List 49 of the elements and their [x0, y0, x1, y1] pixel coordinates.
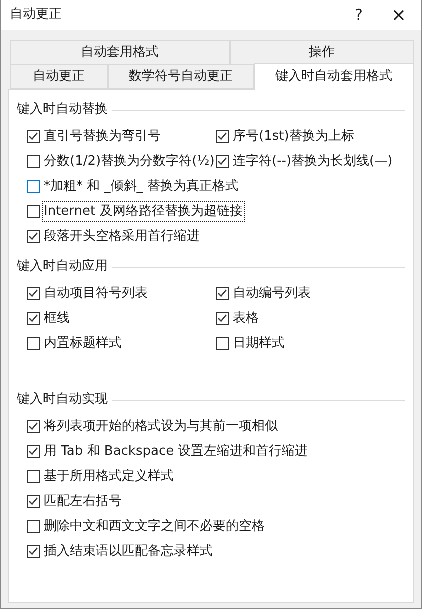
checkbox-label[interactable]: 序号(1st)替换为上标 — [232, 126, 356, 146]
section-heading: 键入时自动替换 — [17, 101, 109, 120]
checkbox[interactable] — [216, 155, 229, 168]
close-button[interactable]: × — [386, 2, 412, 28]
checkbox-label[interactable]: 将列表项开始的格式设为与其前一项相似 — [43, 416, 279, 436]
checkbox-label[interactable]: 删除中文和西文文字之间不必要的空格 — [43, 516, 266, 536]
checkbox[interactable] — [27, 337, 40, 350]
checkbox-label[interactable]: 插入结束语以匹配备忘录样式 — [43, 542, 214, 562]
tab[interactable]: 键入时自动套用格式 — [254, 63, 414, 90]
checkbox-label[interactable]: 框线 — [43, 308, 71, 328]
tab[interactable]: 自动更正 — [10, 64, 108, 89]
window-title: 自动更正 — [10, 6, 63, 24]
checkbox-label[interactable]: 自动项目符号列表 — [43, 284, 149, 304]
tab[interactable]: 操作 — [230, 40, 414, 65]
checkbox-label[interactable]: 段落开头空格采用首行缩进 — [43, 226, 201, 246]
checkbox[interactable] — [27, 420, 40, 433]
checkbox-label[interactable]: 表格 — [232, 308, 260, 328]
checkbox-label[interactable]: 基于所用格式定义样式 — [43, 466, 175, 486]
checkbox[interactable] — [27, 445, 40, 458]
checkbox[interactable] — [27, 545, 40, 558]
checkbox[interactable] — [27, 520, 40, 533]
help-button[interactable]: ? — [346, 2, 372, 28]
checkbox-label[interactable]: Internet 及网络路径替换为超链接 — [43, 202, 244, 222]
section-heading: 键入时自动实现 — [17, 391, 109, 410]
checkbox[interactable] — [216, 130, 229, 143]
checkbox[interactable] — [27, 287, 40, 300]
checkbox[interactable] — [27, 155, 40, 168]
checkbox-label[interactable]: 直引号替换为弯引号 — [43, 126, 162, 146]
checkbox[interactable] — [216, 337, 229, 350]
checkbox[interactable] — [27, 495, 40, 508]
checkbox[interactable] — [27, 470, 40, 483]
checkbox-label[interactable]: 内置标题样式 — [43, 334, 123, 354]
checkbox-label[interactable]: 日期样式 — [232, 334, 286, 354]
checkbox[interactable] — [27, 312, 40, 325]
checkbox-label[interactable]: 连字符(--)替换为长划线(—) — [232, 152, 394, 172]
checkbox[interactable] — [27, 205, 40, 218]
tab[interactable]: 自动套用格式 — [10, 40, 230, 65]
checkbox-label[interactable]: 分数(1/2)替换为分数字符(½) — [43, 152, 216, 172]
section-heading: 键入时自动应用 — [17, 258, 109, 276]
tab[interactable]: 数学符号自动更正 — [108, 64, 254, 89]
checkbox[interactable] — [216, 312, 229, 325]
checkbox-label[interactable]: 用 Tab 和 Backspace 设置左缩进和首行缩进 — [43, 442, 310, 462]
checkbox-label[interactable]: *加粗* 和 _倾斜_ 替换为真正格式 — [43, 176, 240, 196]
checkbox[interactable] — [27, 230, 40, 243]
checkbox-label[interactable]: 自动编号列表 — [232, 284, 312, 304]
checkbox-label[interactable]: 匹配左右括号 — [43, 492, 123, 512]
checkbox[interactable] — [27, 130, 40, 143]
checkbox[interactable] — [27, 180, 40, 193]
checkbox[interactable] — [216, 287, 229, 300]
